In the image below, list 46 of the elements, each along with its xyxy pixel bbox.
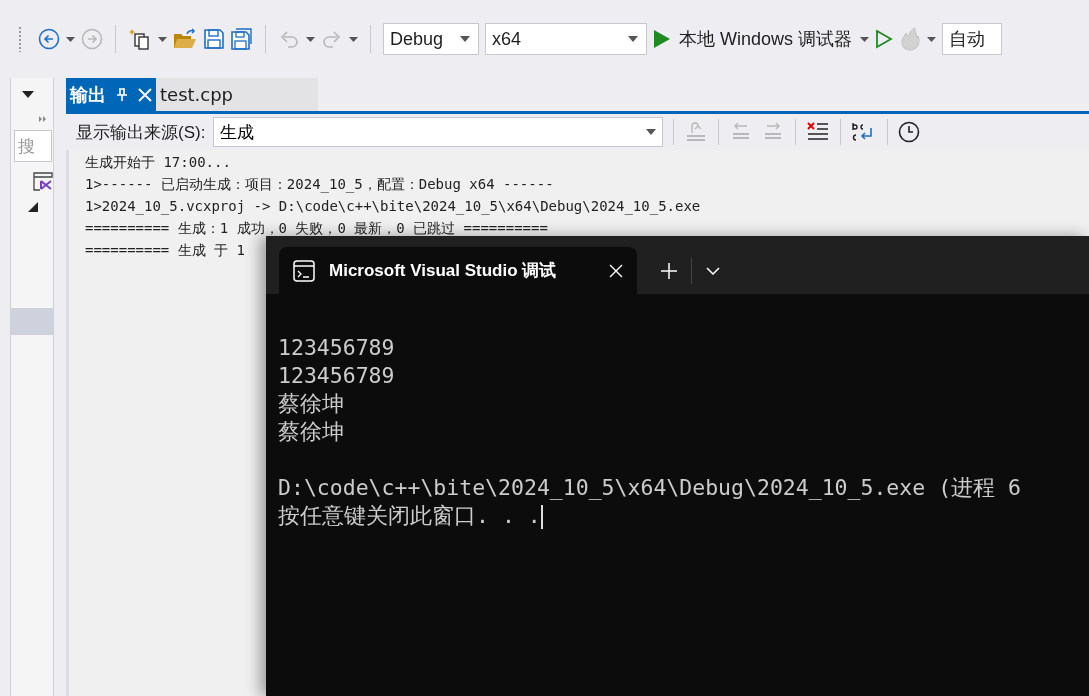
output-line: ========== 生成 于 1	[85, 241, 246, 260]
search-field[interactable]: 搜	[14, 130, 52, 162]
caret-icon[interactable]	[860, 36, 870, 42]
overflow-icon[interactable]	[39, 116, 47, 122]
caret-icon[interactable]	[158, 36, 167, 42]
output-line: 生成开始于 17:00...	[85, 153, 232, 172]
dropdown-arrow-icon[interactable]	[628, 36, 638, 42]
play-outline-icon[interactable]	[875, 29, 894, 49]
caret-icon[interactable]	[66, 36, 75, 42]
output-source-label: 显示输出来源(S):	[76, 121, 206, 144]
dropdown-arrow-icon[interactable]	[646, 129, 657, 135]
expanded-arrow-icon[interactable]	[28, 202, 38, 212]
tab[interactable]: test.cpp	[156, 78, 318, 111]
terminal-icon	[293, 259, 315, 282]
project-icon[interactable]	[33, 172, 53, 192]
plus-icon[interactable]	[661, 262, 677, 279]
text-cursor	[540, 505, 543, 529]
folder-icon[interactable]	[173, 28, 197, 50]
dropdown-arrow-icon[interactable]	[460, 36, 470, 42]
console-output-line: 123456789	[278, 334, 396, 362]
console-output-line: 蔡徐坤	[278, 418, 345, 446]
combo-box[interactable]: 自动	[942, 23, 1003, 55]
new-item-icon[interactable]	[128, 27, 152, 51]
chevron-down-icon[interactable]	[706, 266, 720, 275]
start-debugger-button[interactable]: 本地 Windows 调试器	[677, 25, 855, 53]
clear-all-icon[interactable]	[806, 121, 831, 143]
output-source-dropdown[interactable]: 生成	[213, 117, 664, 147]
console-output-line: 123456789	[278, 362, 396, 390]
dropdown-arrow-icon[interactable]	[22, 91, 34, 98]
play-icon[interactable]	[653, 29, 671, 49]
combo-box[interactable]: Debug	[383, 23, 479, 55]
combo-box[interactable]: x64	[485, 23, 647, 55]
output-line: 1>------ 已启动生成：项目：2024_10_5，配置：Debug x64 ------	[85, 175, 555, 195]
terminal-tab[interactable]: Microsoft Visual Studio 调试	[279, 247, 637, 294]
pin-icon[interactable]	[116, 87, 128, 102]
prompt-text: 按任意键关闭此窗口. . .	[278, 503, 541, 528]
output-line: 1>2024_10_5.vcxproj -> D:\code\c++\bite\2024_10_5\x64\Debug\2024_10_5.exe	[85, 197, 702, 217]
close-icon[interactable]	[609, 263, 623, 278]
clock-icon[interactable]	[898, 121, 921, 143]
output-line: ========== 生成：1 成功，0 失败，0 最新，0 已跳过 ==========	[85, 219, 549, 238]
exit-message: D:\code\c++\bite\2024_10_5\x64\Debug\2024_10_5.exe (进程 6	[278, 474, 1022, 502]
save-all-icon[interactable]	[231, 28, 253, 50]
back-icon[interactable]	[38, 28, 60, 50]
tab[interactable]: 输出	[66, 78, 156, 111]
console-output-line: 蔡徐坤	[278, 390, 345, 418]
save-icon[interactable]	[203, 28, 225, 50]
